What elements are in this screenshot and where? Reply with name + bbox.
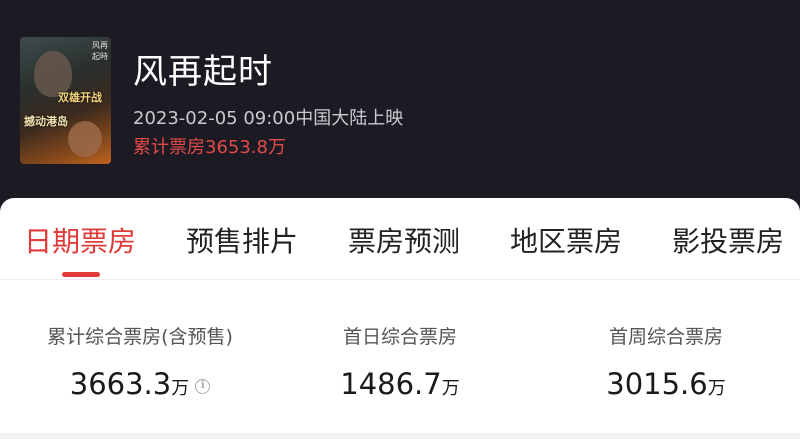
- active-tab-indicator: [62, 272, 100, 277]
- tab-presale-schedule[interactable]: 预售排片: [186, 220, 298, 260]
- poster-tagline-top: 双雄开战: [58, 91, 102, 104]
- stat-unit: 万: [171, 378, 190, 399]
- stat-value-row: 3015.6万: [586, 367, 746, 401]
- stat-first-week: 首周综合票房 3015.6万: [586, 322, 746, 401]
- release-info: 2023-02-05 09:00中国大陆上映: [133, 108, 404, 129]
- total-box-office: 累计票房3653.8万: [133, 137, 286, 158]
- tab-box-office-forecast[interactable]: 票房预测: [348, 220, 460, 260]
- info-icon[interactable]: i: [195, 378, 211, 394]
- stat-unit: 万: [707, 378, 726, 399]
- tab-bar: 日期票房 预售排片 票房预测 地区票房 影投票房: [0, 198, 800, 280]
- poster-figure-right: [68, 121, 102, 157]
- stat-value: 1486.7: [340, 367, 442, 401]
- stat-unit: 万: [441, 378, 460, 399]
- poster-tagline-bottom: 撼动港岛: [24, 115, 68, 128]
- stat-first-day: 首日综合票房 1486.7万: [320, 322, 480, 401]
- stat-cumulative: 累计综合票房(含预售) 3663.3万 i: [30, 322, 250, 401]
- stat-label: 首周综合票房: [608, 326, 723, 348]
- stat-label: 首日综合票房: [342, 326, 457, 348]
- bottom-divider: [0, 433, 800, 439]
- stat-label: 累计综合票房(含预售): [47, 326, 233, 348]
- tab-investor-box-office[interactable]: 影投票房: [672, 220, 784, 260]
- movie-header: 风再起時 双雄开战 撼动港岛 风再起时 2023-02-05 09:00中国大陆…: [0, 0, 800, 205]
- stat-value-row: 1486.7万: [320, 367, 480, 401]
- stat-value: 3015.6: [606, 367, 708, 401]
- movie-title: 风再起时: [133, 52, 273, 92]
- stat-value: 3663.3: [69, 367, 172, 401]
- tab-regional-box-office[interactable]: 地区票房: [510, 220, 622, 260]
- movie-poster[interactable]: 风再起時 双雄开战 撼动港岛: [20, 37, 111, 164]
- box-office-card: 日期票房 预售排片 票房预测 地区票房 影投票房 累计综合票房(含预售) 366…: [0, 198, 800, 439]
- tab-daily-box-office[interactable]: 日期票房: [24, 220, 136, 260]
- stat-value-row: 3663.3万 i: [30, 367, 250, 401]
- poster-corner-title: 风再起時: [92, 41, 108, 61]
